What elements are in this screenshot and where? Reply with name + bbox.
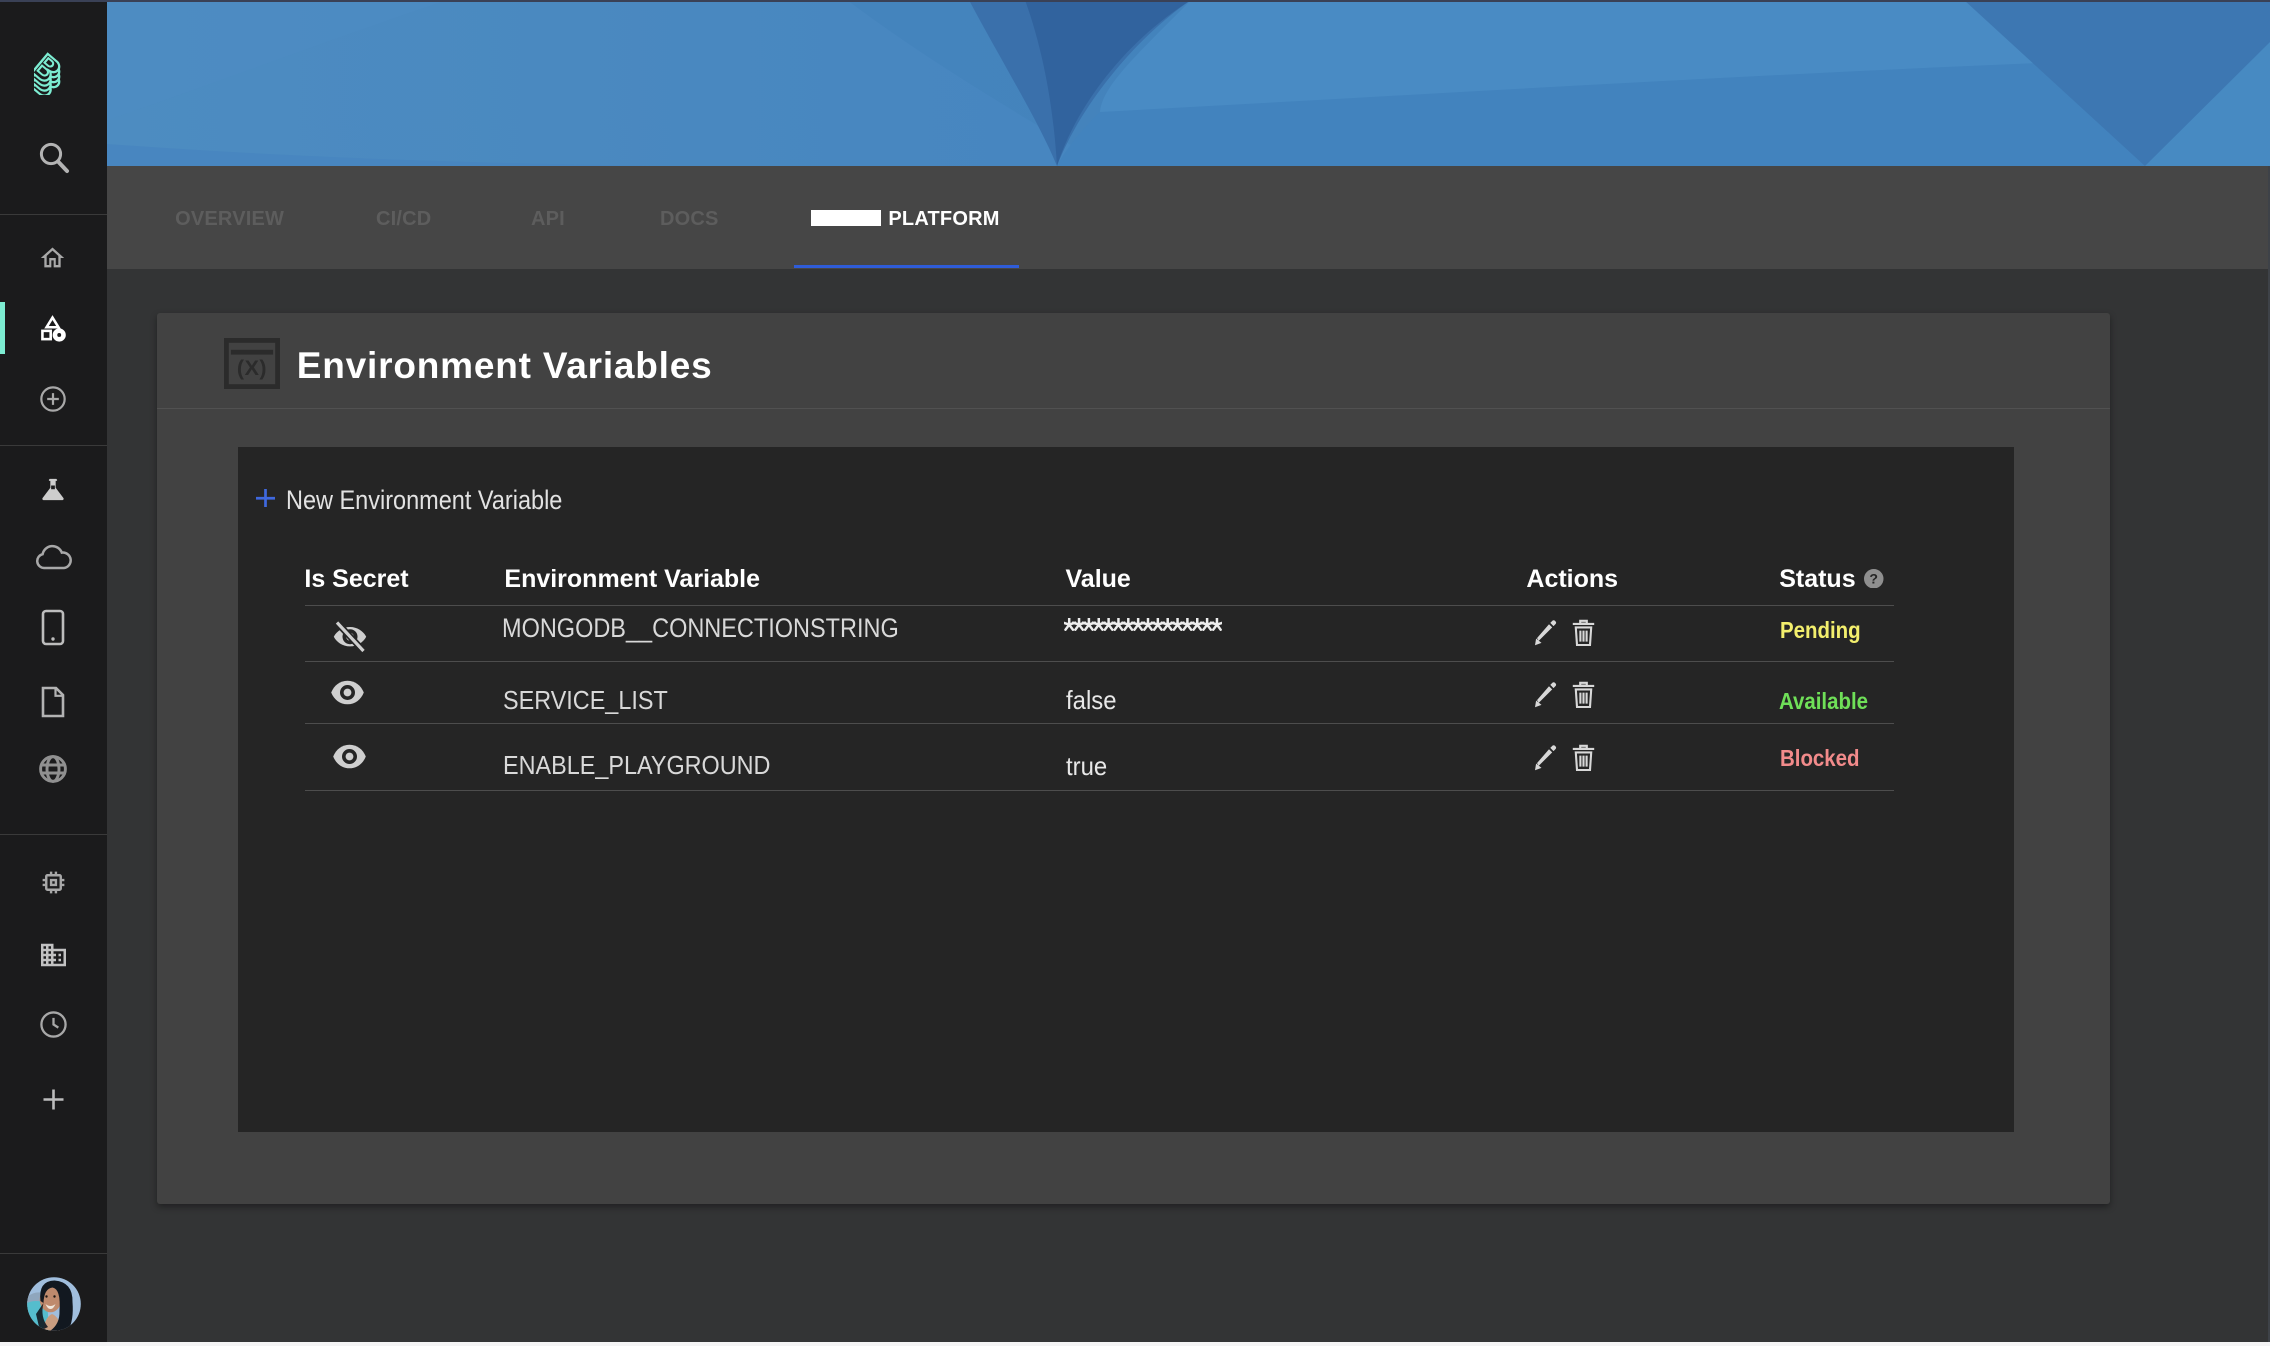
svg-text:(X): (X) (237, 356, 267, 380)
svg-text:?: ? (1869, 570, 1878, 586)
